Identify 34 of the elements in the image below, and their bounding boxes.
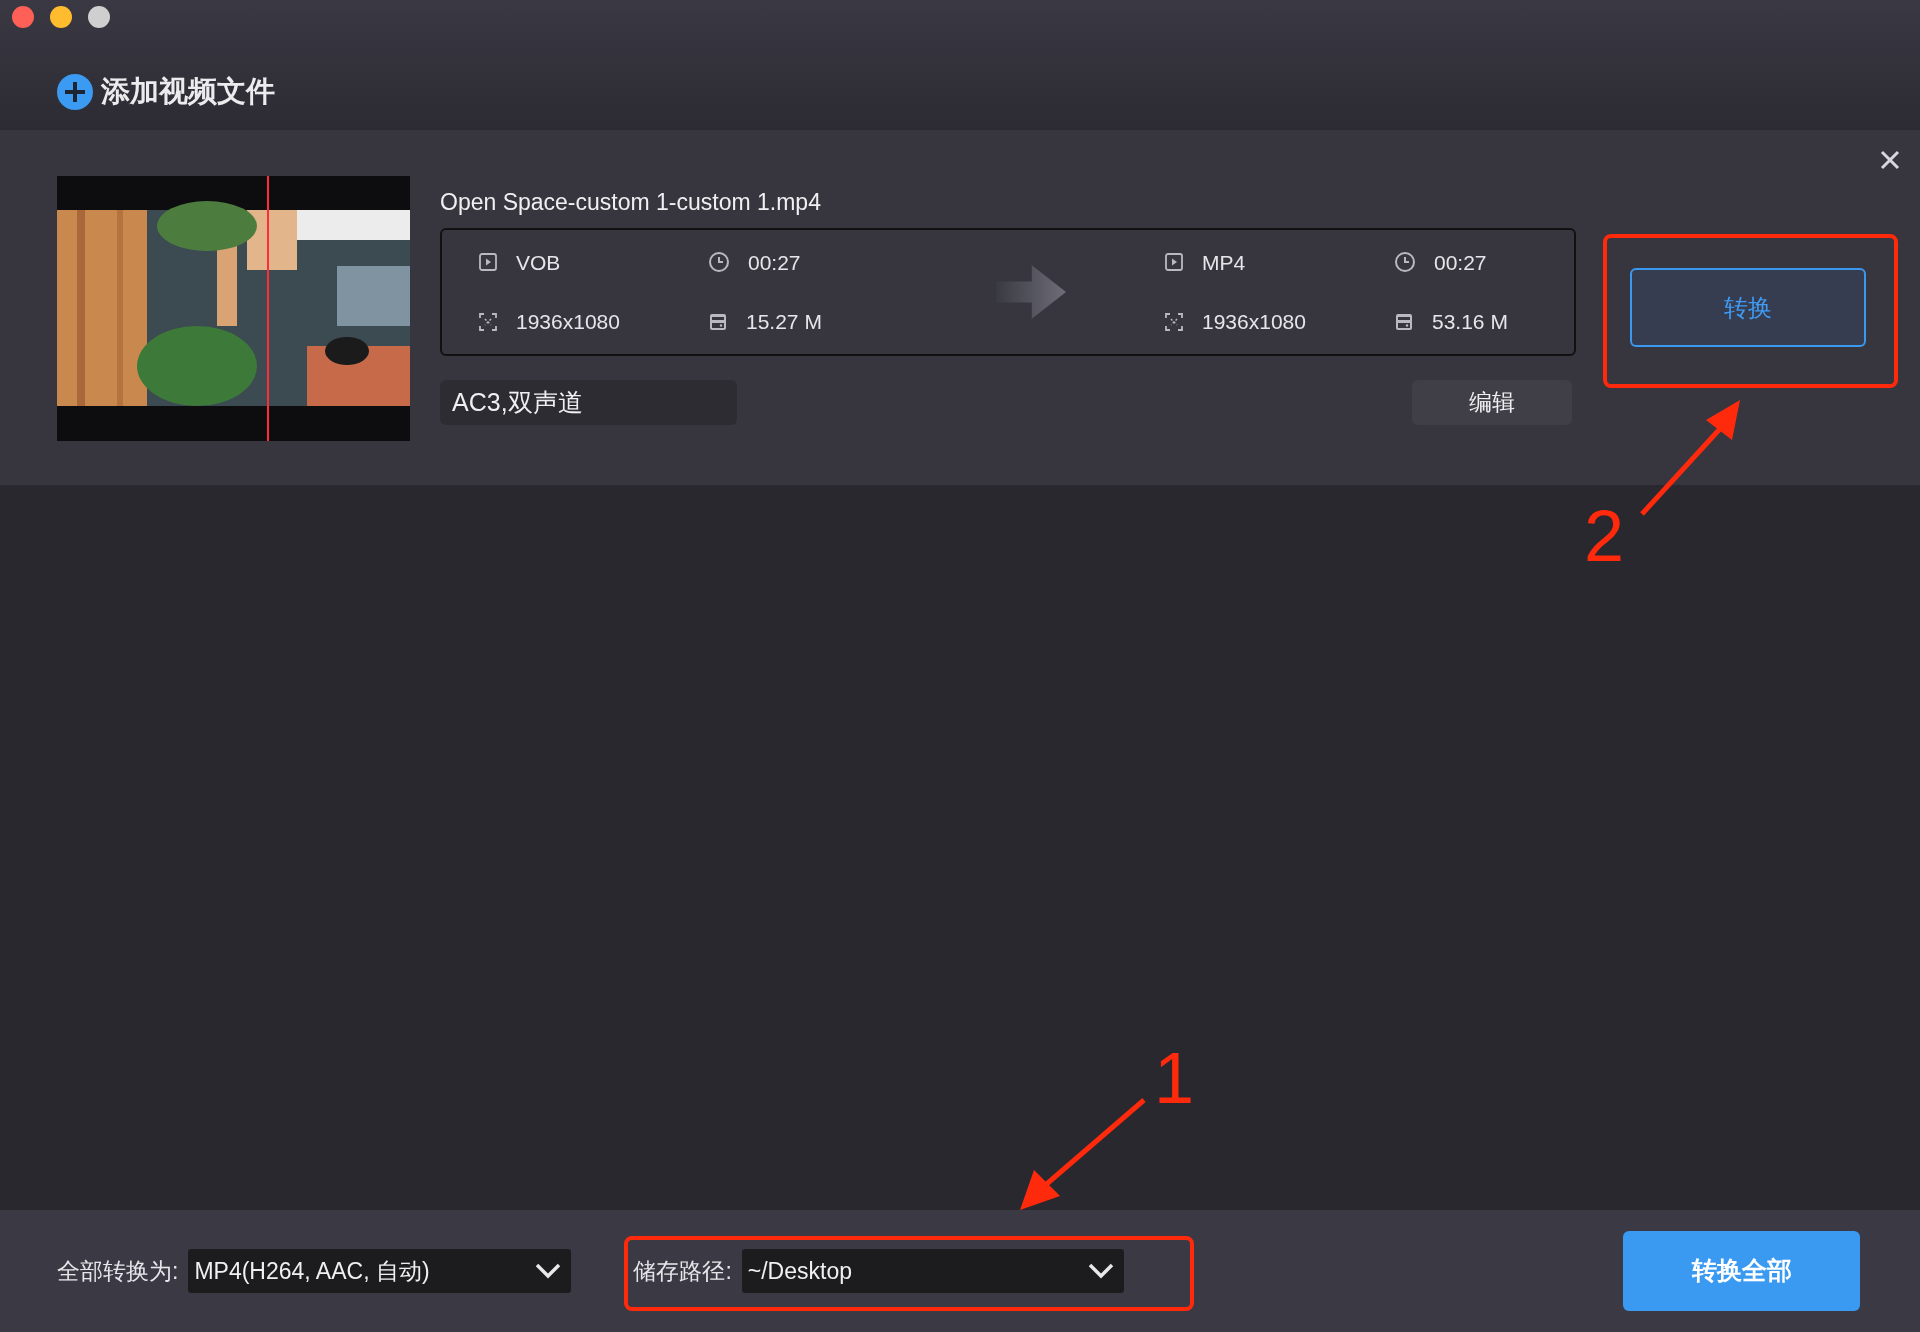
size-text: 15.27 M xyxy=(746,309,822,335)
resolution-text: 1936x1080 xyxy=(516,309,620,335)
clock-icon xyxy=(1394,251,1416,274)
add-video-button[interactable]: 添加视频文件 xyxy=(57,70,275,114)
duration-text: 00:27 xyxy=(1434,249,1487,276)
format-text: MP4 xyxy=(1202,249,1246,276)
close-icon[interactable] xyxy=(1880,150,1900,170)
resolution-icon xyxy=(478,311,498,332)
window-control-button[interactable] xyxy=(50,6,72,28)
resolution-text: 1936x1080 xyxy=(1202,309,1306,335)
window-control-button[interactable] xyxy=(88,6,110,28)
annotation-number: 1 xyxy=(1154,1042,1195,1114)
video-file-icon xyxy=(1164,252,1184,273)
format-dropdown[interactable]: MP4(H264, AAC, 自动) xyxy=(188,1249,572,1293)
video-file-icon xyxy=(478,252,498,273)
clock-icon xyxy=(708,251,730,274)
convert-button[interactable]: 转换 xyxy=(1630,268,1866,347)
annotation-number: 2 xyxy=(1584,500,1625,572)
storage-icon xyxy=(1394,311,1414,332)
window-control-button[interactable] xyxy=(12,6,34,28)
duration-text: 00:27 xyxy=(748,249,801,276)
chevron-down-icon[interactable] xyxy=(535,1263,562,1279)
convert-all-label: 全部转换为: xyxy=(57,1256,179,1286)
plus-icon xyxy=(57,73,93,110)
audio-field: AC3,双声道 xyxy=(440,380,737,425)
chevron-down-icon[interactable] xyxy=(1087,1263,1114,1279)
file-name: Open Space-custom 1-custom 1.mp4 xyxy=(440,188,822,216)
save-path-dropdown[interactable]: ~/Desktop xyxy=(741,1249,1124,1293)
storage-icon xyxy=(708,311,728,332)
resolution-icon xyxy=(1164,311,1184,332)
size-text: 53.16 M xyxy=(1432,309,1508,335)
format-text: VOB xyxy=(516,249,561,276)
edit-button[interactable]: 编辑 xyxy=(1412,380,1572,425)
save-path-label: 储存路径: xyxy=(633,1256,732,1286)
